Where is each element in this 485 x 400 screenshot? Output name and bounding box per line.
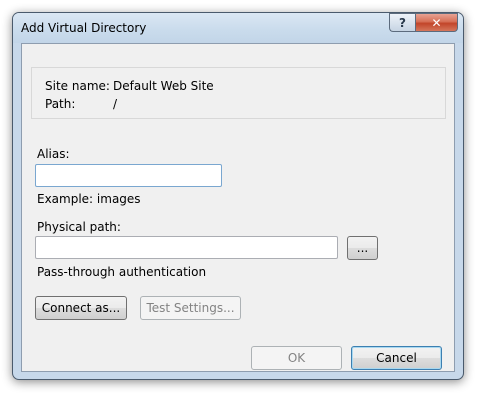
connect-as-button[interactable]: Connect as...	[35, 296, 127, 320]
close-icon: ✕	[431, 15, 442, 30]
title-bar[interactable]: Add Virtual Directory ? ✕	[13, 13, 463, 43]
browse-button-label: ...	[356, 241, 369, 255]
add-virtual-directory-dialog: Add Virtual Directory ? ✕ Site name: Def…	[12, 12, 464, 380]
browse-button[interactable]: ...	[347, 236, 378, 260]
path-value: /	[113, 97, 118, 111]
physical-path-input[interactable]	[35, 236, 338, 259]
alias-input[interactable]	[35, 164, 222, 187]
alias-label: Alias:	[37, 147, 70, 161]
ok-button[interactable]: OK	[251, 346, 342, 370]
pass-through-authentication-label: Pass-through authentication	[37, 265, 207, 279]
cancel-button-label: Cancel	[376, 351, 417, 365]
site-name-value: Default Web Site	[113, 79, 214, 93]
help-button[interactable]: ?	[389, 13, 415, 32]
dialog-body: Site name: Default Web Site Path: / Alia…	[21, 43, 455, 372]
alias-example-text: Example: images	[37, 192, 141, 206]
cancel-button[interactable]: Cancel	[351, 346, 442, 370]
ok-button-label: OK	[287, 351, 306, 365]
physical-path-label: Physical path:	[37, 220, 121, 234]
site-info-panel: Site name: Default Web Site Path: /	[31, 67, 446, 119]
connect-as-button-label: Connect as...	[41, 301, 121, 315]
close-button[interactable]: ✕	[415, 13, 458, 32]
help-icon: ?	[399, 15, 406, 30]
dialog-title: Add Virtual Directory	[21, 21, 147, 35]
site-name-label: Site name:	[45, 79, 110, 93]
test-settings-button[interactable]: Test Settings...	[140, 296, 241, 320]
caption-buttons: ? ✕	[389, 13, 458, 32]
test-settings-button-label: Test Settings...	[146, 301, 235, 315]
path-label: Path:	[45, 97, 76, 111]
